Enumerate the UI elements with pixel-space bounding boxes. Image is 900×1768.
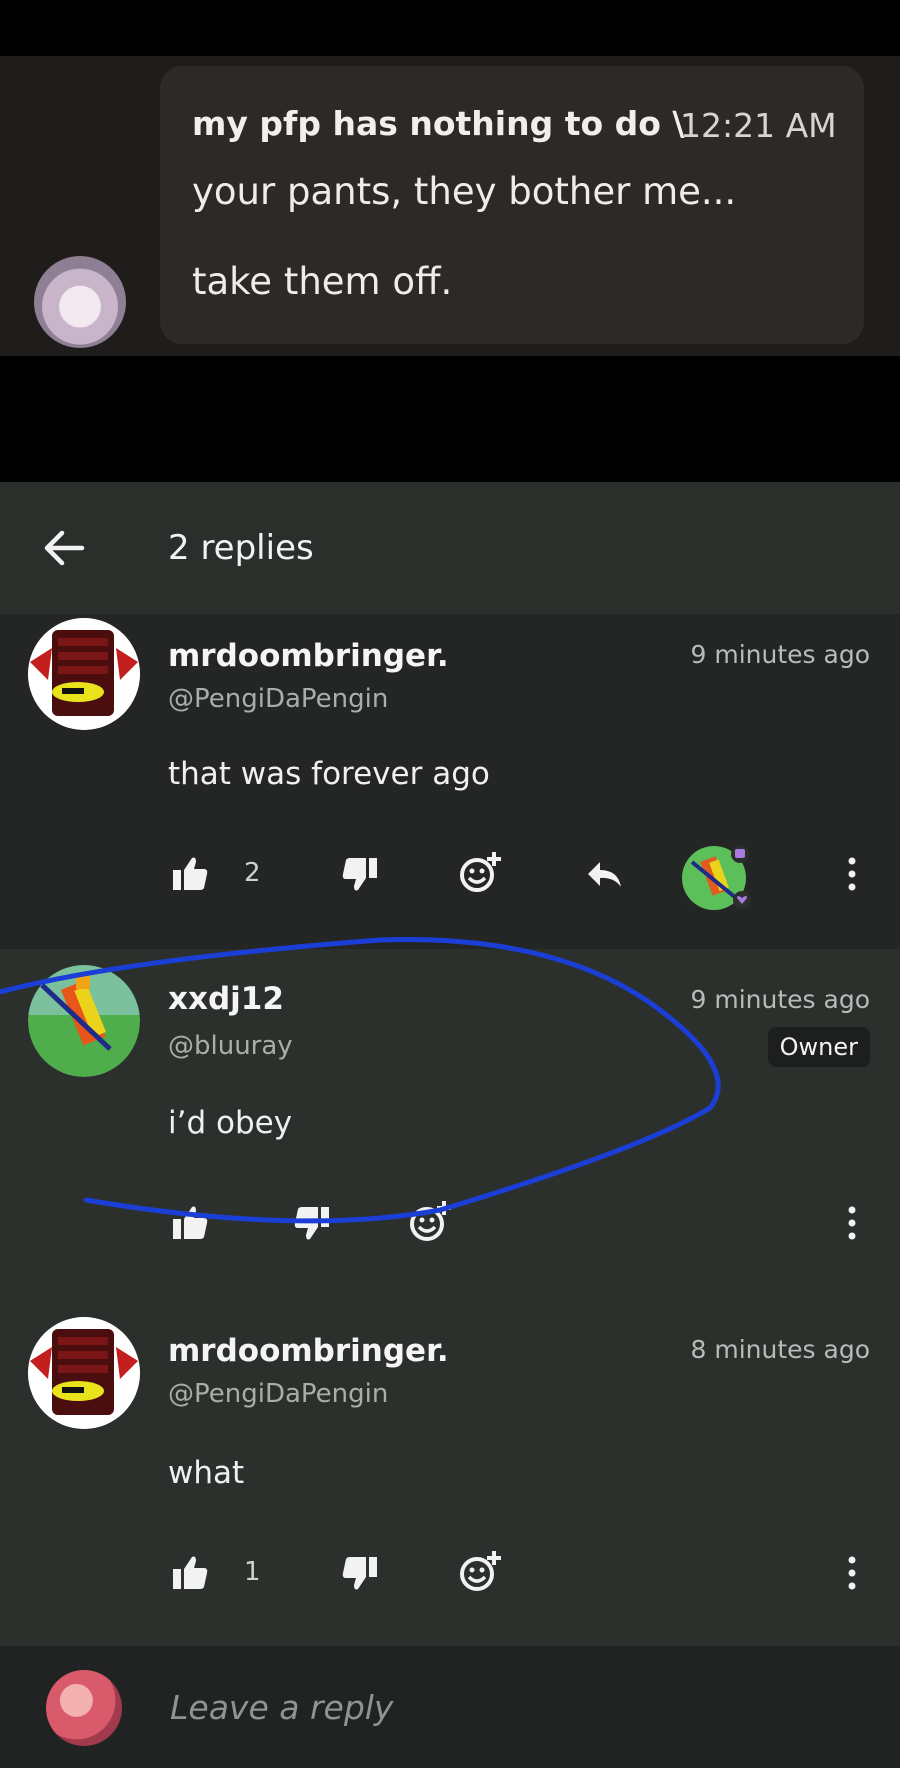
avatar[interactable] [28,1317,140,1429]
chat-bubble-time: 12:21 AM [680,106,837,145]
more-options-icon[interactable] [834,1553,870,1593]
username[interactable]: mrdoombringer. [168,1333,449,1369]
dislike-icon[interactable] [340,1553,380,1593]
reply-bar [0,1646,900,1768]
add-reaction-icon[interactable] [458,850,502,894]
like-count: 2 [244,858,261,888]
arrow-left-icon[interactable] [42,526,86,570]
like-icon[interactable] [170,854,210,894]
comment-text: what [168,1455,245,1491]
user-handle: @PengiDaPengin [168,684,389,714]
avatar[interactable] [28,618,140,730]
chat-bubble-line: take them off. [192,260,453,303]
comment-item: mrdoombringer. @PengiDaPengin 9 minutes … [0,614,900,949]
avatar [46,1670,122,1746]
comment-text: that was forever ago [168,756,490,792]
reply-input[interactable] [168,1676,812,1738]
chat-bubble-header: my pfp has nothing to do \ [192,104,685,143]
more-options-icon[interactable] [834,854,870,894]
annotation-scribble [0,937,721,1224]
chat-bubble: my pfp has nothing to do \ 12:21 AM your… [160,66,864,344]
like-count: 1 [244,1557,261,1587]
reacted-avatar[interactable] [680,840,752,912]
dislike-icon[interactable] [340,854,380,894]
replies-header: 2 replies [0,482,900,614]
add-reaction-icon[interactable] [458,1549,502,1593]
chat-avatar [34,256,126,348]
comment-time: 9 minutes ago [690,640,870,669]
chat-bubble-line: your pants, they bother me... [192,170,737,213]
comment-item: mrdoombringer. @PengiDaPengin 8 minutes … [0,1297,900,1646]
like-icon[interactable] [170,1553,210,1593]
embedded-chat-screenshot: my pfp has nothing to do \ 12:21 AM your… [0,56,900,356]
page-title: 2 replies [168,528,314,568]
comment-time: 8 minutes ago [690,1335,870,1364]
username[interactable]: mrdoombringer. [168,638,449,674]
user-handle: @PengiDaPengin [168,1379,389,1409]
reply-icon[interactable] [584,854,624,894]
